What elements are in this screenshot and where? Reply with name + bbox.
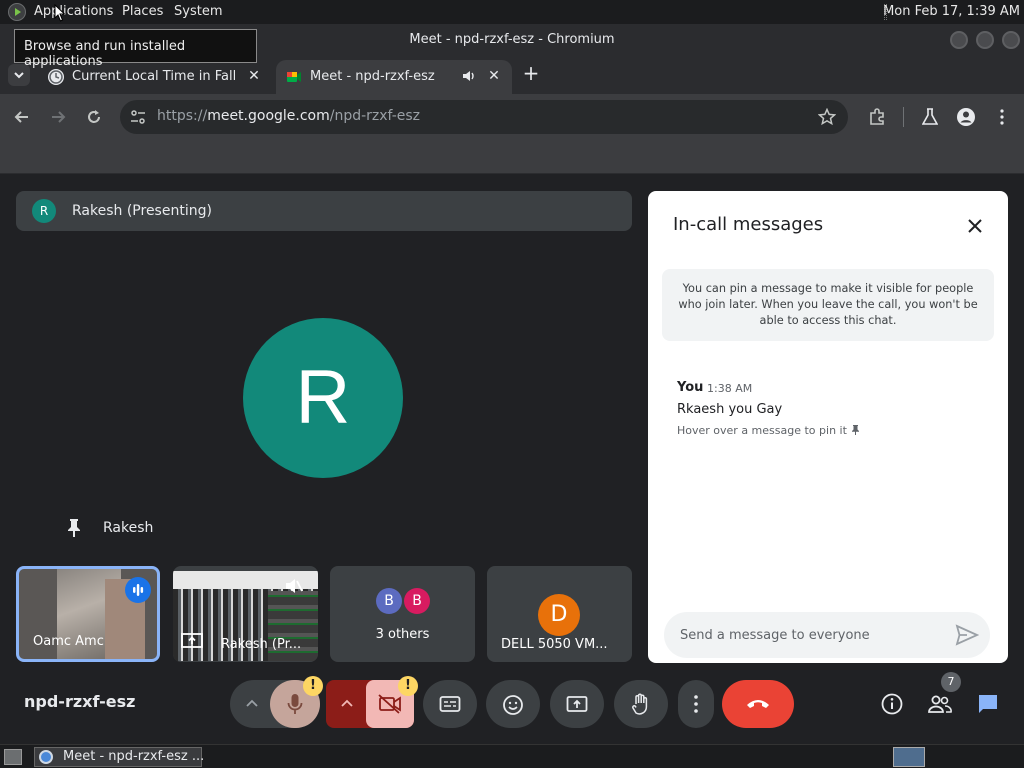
participant-avatar: D: [538, 594, 580, 636]
more-options-button[interactable]: [678, 680, 714, 728]
presenting-banner: R Rakesh (Presenting): [16, 191, 632, 231]
chevron-down-icon: [14, 72, 24, 79]
profile-avatar-icon[interactable]: [954, 105, 978, 129]
participant-avatar: B: [404, 588, 430, 614]
mic-warning-badge: !: [303, 676, 323, 696]
chat-title: In-call messages: [673, 214, 824, 235]
chat-message-input[interactable]: [664, 612, 990, 658]
participant-name: DELL 5050 VM...: [501, 637, 608, 652]
participant-name: Rakesh (Pr...: [221, 637, 302, 652]
camera-off-icon: [378, 694, 401, 714]
tab-meet[interactable]: Meet - npd-rzxf-esz ✕: [276, 60, 512, 94]
main-speaker-avatar: R: [243, 318, 403, 478]
forward-arrow-icon[interactable]: [46, 105, 70, 129]
meeting-details-info-icon[interactable]: [880, 692, 904, 716]
raise-hand-button[interactable]: [614, 680, 668, 728]
close-icon[interactable]: [961, 212, 989, 240]
send-icon[interactable]: [955, 624, 979, 646]
microphone-icon: [287, 694, 303, 714]
new-tab-plus-icon[interactable]: +: [520, 62, 542, 84]
closed-captions-icon: [439, 696, 461, 712]
show-desktop-icon[interactable]: [4, 749, 22, 765]
meet-favicon-icon: [286, 69, 302, 85]
places-menu[interactable]: Places: [122, 4, 163, 19]
desktop-taskbar: Meet - npd-rzxf-esz ...: [0, 744, 1024, 768]
speaking-indicator-icon: [125, 577, 151, 603]
meet-call-area: R Rakesh (Presenting) R Rakesh Oamc Amc …: [0, 174, 1024, 744]
minimize-window-button[interactable]: [950, 31, 968, 49]
camera-warning-badge: !: [398, 676, 418, 696]
toolbar-divider: [903, 107, 904, 127]
clock-favicon-icon: [48, 69, 64, 85]
pin-icon[interactable]: [66, 518, 82, 538]
captions-button[interactable]: [423, 680, 477, 728]
bookmarks-bar: [0, 140, 1024, 174]
muted-speaker-icon: [286, 579, 303, 593]
site-settings-icon[interactable]: [130, 109, 146, 125]
reload-icon[interactable]: [82, 105, 106, 129]
maximize-window-button[interactable]: [976, 31, 994, 49]
participant-name: Oamc Amc: [33, 634, 104, 649]
camera-control-group: !: [326, 676, 418, 728]
participant-avatar: B: [376, 588, 402, 614]
mic-options-chevron-up-icon[interactable]: [245, 697, 259, 711]
chat-bubble-icon[interactable]: [976, 692, 1000, 716]
others-count-label: 3 others: [375, 627, 430, 642]
close-window-button[interactable]: [1002, 31, 1020, 49]
people-count-badge: 7: [941, 672, 961, 692]
chromium-icon: [39, 750, 53, 764]
url-text: https://meet.google.com/npd-rzxf-esz: [157, 108, 421, 124]
meeting-code: npd-rzxf-esz: [24, 692, 136, 711]
message-hint: Hover over a message to pin it: [677, 424, 860, 437]
main-speaker-name: Rakesh: [103, 520, 154, 536]
tooltip: Browse and run installed applications: [14, 29, 257, 69]
participant-tile-oamc[interactable]: Oamc Amc: [16, 566, 160, 662]
chat-panel: In-call messages You can pin a message t…: [648, 191, 1008, 663]
speaker-audio-icon[interactable]: [462, 69, 476, 87]
present-screen-icon: [566, 696, 588, 712]
emoji-icon: [503, 695, 523, 715]
message-text[interactable]: Rkaesh you Gay: [677, 402, 782, 417]
present-screen-icon: [181, 633, 203, 648]
message-sender: You: [677, 380, 704, 395]
raise-hand-icon: [632, 693, 648, 715]
more-options-kebab-icon: [694, 695, 698, 713]
chat-info-banner: You can pin a message to make it visible…: [662, 269, 994, 341]
back-arrow-icon[interactable]: [10, 105, 34, 129]
system-menu[interactable]: System: [174, 4, 222, 19]
bookmark-star-icon[interactable]: [818, 108, 836, 126]
extensions-puzzle-icon[interactable]: [865, 105, 889, 129]
pin-icon: [851, 425, 859, 435]
hang-up-phone-icon: [747, 700, 769, 708]
gnome-foot-icon[interactable]: [8, 3, 26, 21]
presenting-label: Rakesh (Presenting): [72, 203, 212, 219]
address-bar[interactable]: https://meet.google.com/npd-rzxf-esz: [120, 100, 848, 134]
close-tab-icon[interactable]: ✕: [246, 68, 262, 84]
labs-flask-icon[interactable]: [918, 105, 942, 129]
reactions-button[interactable]: [486, 680, 540, 728]
present-now-button[interactable]: [550, 680, 604, 728]
leave-call-button[interactable]: [722, 680, 794, 728]
tab-label: Meet - npd-rzxf-esz: [310, 69, 435, 84]
panel-clock[interactable]: Mon Feb 17, 1:39 AM: [883, 4, 1020, 19]
browser-toolbar: https://meet.google.com/npd-rzxf-esz: [0, 94, 1024, 140]
people-icon[interactable]: [927, 692, 953, 716]
tab-label: Current Local Time in Fall Ri: [72, 69, 238, 84]
chrome-menu-kebab-icon[interactable]: [990, 105, 1014, 129]
taskbar-window-button[interactable]: Meet - npd-rzxf-esz ...: [34, 747, 205, 767]
participant-tile-others[interactable]: B B 3 others: [330, 566, 475, 662]
close-tab-icon[interactable]: ✕: [486, 68, 502, 84]
participant-tile-rakesh-screen[interactable]: Rakesh (Pr...: [173, 566, 318, 662]
camera-options-chevron-up-icon[interactable]: [340, 697, 354, 711]
desktop-top-panel: Applications Places System Mon Feb 17, 1…: [0, 0, 1024, 24]
message-time: 1:38 AM: [707, 382, 753, 395]
presenter-avatar: R: [32, 199, 56, 223]
mouse-pointer-icon: [54, 4, 66, 22]
mic-control-group: !: [230, 676, 323, 728]
taskbar-window-label: Meet - npd-rzxf-esz ...: [63, 749, 205, 764]
participant-tile-dell[interactable]: D DELL 5050 VM...: [487, 566, 632, 662]
workspace-switcher[interactable]: [893, 747, 925, 767]
applications-menu[interactable]: Applications: [34, 4, 113, 19]
